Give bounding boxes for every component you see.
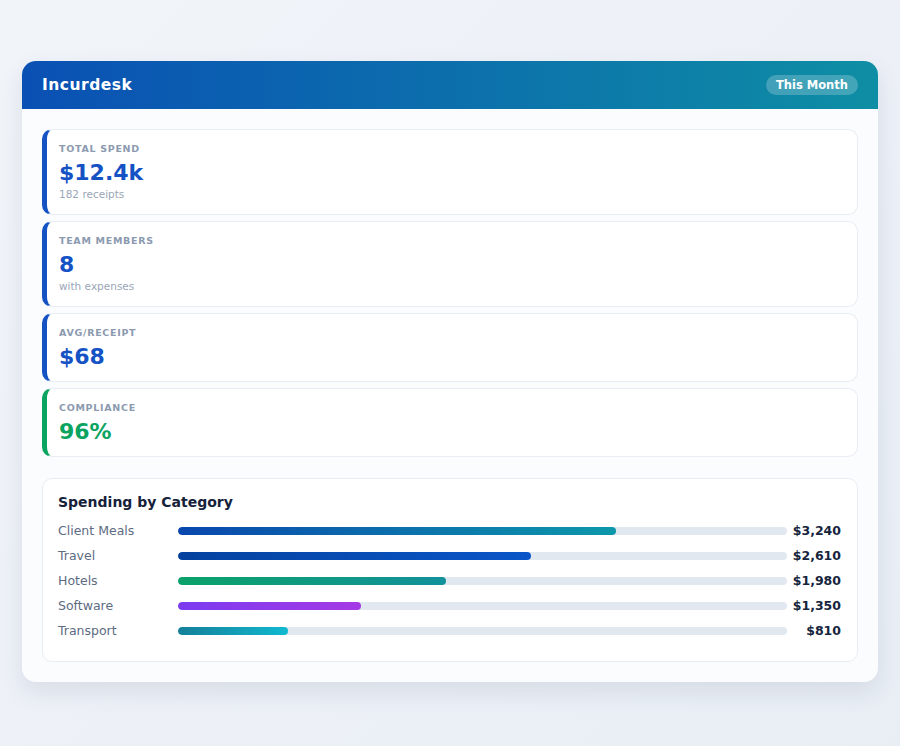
category-bar-fill bbox=[178, 552, 531, 560]
chart-title: Spending by Category bbox=[58, 494, 841, 510]
stat-value: 8 bbox=[59, 253, 845, 276]
stat-value: $68 bbox=[59, 345, 845, 368]
stat-label: TOTAL SPEND bbox=[59, 143, 845, 154]
stat-subtext: 182 receipts bbox=[59, 188, 845, 201]
category-amount: $1,980 bbox=[791, 573, 841, 588]
spending-by-category-card: Spending by Category Client Meals $3,240… bbox=[42, 478, 858, 662]
category-bar-fill bbox=[178, 602, 361, 610]
incurdesk-panel: Incurdesk This Month TOTAL SPEND $12.4k … bbox=[22, 61, 878, 682]
stat-label: COMPLIANCE bbox=[59, 402, 845, 413]
category-bar-fill bbox=[178, 627, 288, 635]
category-bar-fill bbox=[178, 577, 446, 585]
stat-label: TEAM MEMBERS bbox=[59, 235, 845, 246]
stat-card-compliance: COMPLIANCE 96% bbox=[42, 388, 858, 457]
category-bar-track bbox=[178, 602, 787, 610]
category-row: Travel $2,610 bbox=[58, 543, 841, 568]
category-row: Transport $810 bbox=[58, 618, 841, 643]
stat-card-avg-receipt: AVG/RECEIPT $68 bbox=[42, 313, 858, 382]
category-label: Hotels bbox=[58, 573, 178, 588]
category-row: Client Meals $3,240 bbox=[58, 518, 841, 543]
app-title: Incurdesk bbox=[42, 76, 132, 94]
stat-subtext: with expenses bbox=[59, 280, 845, 293]
app-header: Incurdesk This Month bbox=[22, 61, 878, 109]
category-bar-list: Client Meals $3,240 Travel $2,610 Hotels… bbox=[58, 518, 841, 643]
category-row: Software $1,350 bbox=[58, 593, 841, 618]
period-badge[interactable]: This Month bbox=[766, 75, 858, 95]
category-amount: $810 bbox=[791, 623, 841, 638]
category-bar-track bbox=[178, 577, 787, 585]
category-amount: $1,350 bbox=[791, 598, 841, 613]
category-label: Client Meals bbox=[58, 523, 178, 538]
category-bar-track bbox=[178, 552, 787, 560]
category-label: Software bbox=[58, 598, 178, 613]
category-label: Transport bbox=[58, 623, 178, 638]
category-amount: $3,240 bbox=[791, 523, 841, 538]
category-bar-track bbox=[178, 527, 787, 535]
category-label: Travel bbox=[58, 548, 178, 563]
category-row: Hotels $1,980 bbox=[58, 568, 841, 593]
stat-label: AVG/RECEIPT bbox=[59, 327, 845, 338]
category-bar-fill bbox=[178, 527, 616, 535]
stat-value: 96% bbox=[59, 420, 845, 443]
category-amount: $2,610 bbox=[791, 548, 841, 563]
stat-value: $12.4k bbox=[59, 161, 845, 184]
stat-card-total-spend: TOTAL SPEND $12.4k 182 receipts bbox=[42, 129, 858, 215]
stat-card-team-members: TEAM MEMBERS 8 with expenses bbox=[42, 221, 858, 307]
category-bar-track bbox=[178, 627, 787, 635]
dashboard-content: TOTAL SPEND $12.4k 182 receipts TEAM MEM… bbox=[22, 109, 878, 682]
